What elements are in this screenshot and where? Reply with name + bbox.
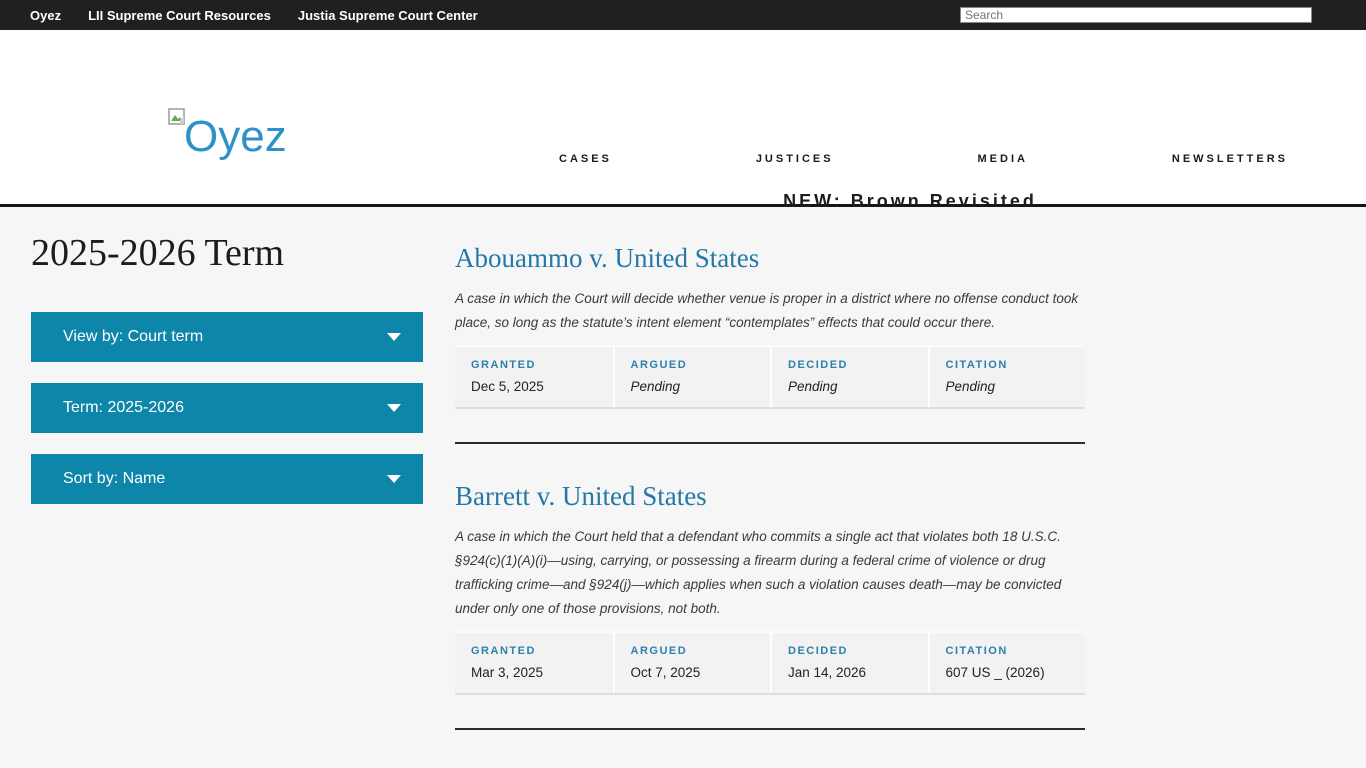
citation-label: CITATION bbox=[946, 359, 1078, 371]
granted-cell: GRANTED Mar 3, 2025 bbox=[455, 633, 613, 693]
nav-newsletters[interactable]: NEWSLETTERS bbox=[1172, 153, 1288, 165]
citation-value: 607 US _ (2026) bbox=[946, 665, 1078, 680]
granted-label: GRANTED bbox=[471, 645, 605, 657]
caret-down-icon bbox=[387, 333, 401, 341]
banner-brown-revisited-link[interactable]: NEW: Brown Revisited bbox=[783, 191, 1037, 211]
argued-cell: ARGUED Oct 7, 2025 bbox=[613, 633, 771, 693]
citation-cell: CITATION 607 US _ (2026) bbox=[928, 633, 1086, 693]
nav-justices[interactable]: JUSTICES bbox=[756, 153, 834, 165]
content-area: 2025-2026 Term View by: Court term Term:… bbox=[0, 207, 1366, 768]
case-description: A case in which the Court will decide wh… bbox=[455, 287, 1085, 335]
argued-label: ARGUED bbox=[631, 645, 763, 657]
term-dropdown[interactable]: Term: 2025-2026 bbox=[31, 383, 423, 433]
citation-value: Pending bbox=[946, 379, 1078, 394]
argued-value: Oct 7, 2025 bbox=[631, 665, 763, 680]
argued-value: Pending bbox=[631, 379, 763, 394]
granted-value: Dec 5, 2025 bbox=[471, 379, 605, 394]
term-page-title: 2025-2026 Term bbox=[31, 231, 455, 275]
decided-label: DECIDED bbox=[788, 645, 920, 657]
caret-down-icon bbox=[387, 475, 401, 483]
citation-cell: CITATION Pending bbox=[928, 347, 1086, 407]
case-status-table: GRANTED Mar 3, 2025 ARGUED Oct 7, 2025 D… bbox=[455, 631, 1085, 695]
sidebar: 2025-2026 Term View by: Court term Term:… bbox=[0, 207, 455, 768]
view-by-label: View by: Court term bbox=[63, 328, 203, 345]
nav-media[interactable]: MEDIA bbox=[978, 153, 1028, 165]
decided-cell: DECIDED Pending bbox=[770, 347, 928, 407]
granted-value: Mar 3, 2025 bbox=[471, 665, 605, 680]
view-by-dropdown[interactable]: View by: Court term bbox=[31, 312, 423, 362]
decided-value: Pending bbox=[788, 379, 920, 394]
case-item: Abouammo v. United States A case in whic… bbox=[455, 243, 1085, 444]
sort-by-label: Sort by: Name bbox=[63, 470, 165, 487]
banner-container: NEW: Brown Revisited bbox=[560, 191, 1260, 212]
case-title-link[interactable]: Barrett v. United States bbox=[455, 481, 1085, 512]
decided-cell: DECIDED Jan 14, 2026 bbox=[770, 633, 928, 693]
term-label: Term: 2025-2026 bbox=[63, 399, 184, 416]
topbar-link-oyez[interactable]: Oyez bbox=[30, 8, 61, 23]
decided-label: DECIDED bbox=[788, 359, 920, 371]
caret-down-icon bbox=[387, 404, 401, 412]
granted-cell: GRANTED Dec 5, 2025 bbox=[455, 347, 613, 407]
search-input[interactable] bbox=[960, 7, 1312, 23]
nav-cases[interactable]: CASES bbox=[559, 153, 612, 165]
top-utility-bar: Oyez LII Supreme Court Resources Justia … bbox=[0, 0, 1366, 30]
case-status-table: GRANTED Dec 5, 2025 ARGUED Pending DECID… bbox=[455, 345, 1085, 409]
topbar-link-lii[interactable]: LII Supreme Court Resources bbox=[88, 8, 271, 23]
main-navigation: CASES JUSTICES MEDIA NEWSLETTERS bbox=[559, 153, 1288, 165]
case-item: Barrett v. United States A case in which… bbox=[455, 481, 1085, 730]
case-list: Abouammo v. United States A case in whic… bbox=[455, 207, 1085, 768]
decided-value: Jan 14, 2026 bbox=[788, 665, 920, 680]
logo-text: Oyez bbox=[184, 112, 287, 162]
case-divider bbox=[455, 442, 1085, 444]
case-title-link[interactable]: Abouammo v. United States bbox=[455, 243, 1085, 274]
argued-cell: ARGUED Pending bbox=[613, 347, 771, 407]
topbar-link-justia[interactable]: Justia Supreme Court Center bbox=[298, 8, 478, 23]
argued-label: ARGUED bbox=[631, 359, 763, 371]
site-header: Oyez CASES JUSTICES MEDIA NEWSLETTERS NE… bbox=[0, 30, 1366, 207]
sort-by-dropdown[interactable]: Sort by: Name bbox=[31, 454, 423, 504]
case-description: A case in which the Court held that a de… bbox=[455, 525, 1085, 621]
granted-label: GRANTED bbox=[471, 359, 605, 371]
citation-label: CITATION bbox=[946, 645, 1078, 657]
filter-group: View by: Court term Term: 2025-2026 Sort… bbox=[31, 312, 455, 504]
case-divider bbox=[455, 728, 1085, 730]
